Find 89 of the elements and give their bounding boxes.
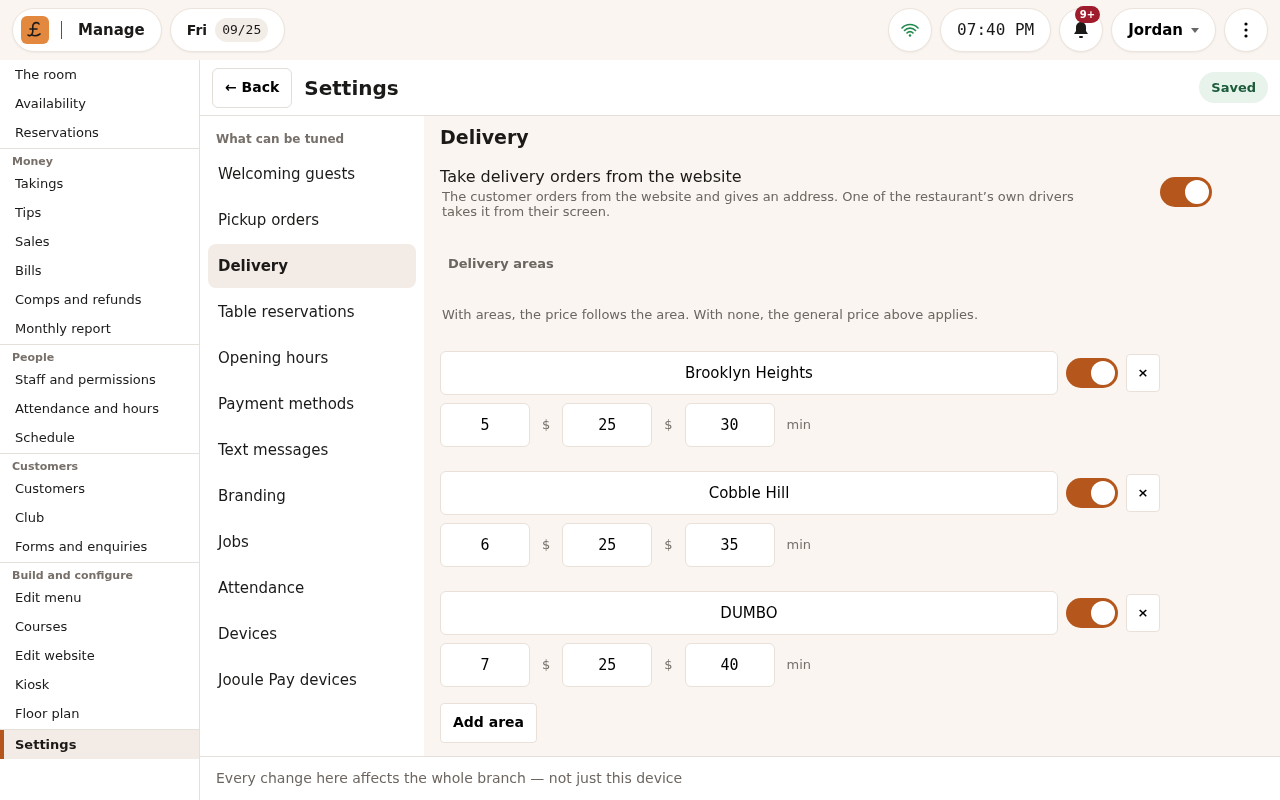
settings-nav-item[interactable]: Jobs <box>208 520 416 564</box>
settings-nav-item[interactable]: Jooule Pay devices <box>208 658 416 702</box>
area-name-field[interactable]: DUMBO <box>440 591 1058 635</box>
sidebar-item[interactable]: Kiosk <box>0 670 199 699</box>
settings-nav-item[interactable]: Opening hours <box>208 336 416 380</box>
sidebar-item[interactable]: Forms and enquiries <box>0 532 199 561</box>
settings-nav-item[interactable]: Branding <box>208 474 416 518</box>
logo-icon <box>21 16 49 44</box>
bell-icon <box>1073 21 1090 39</box>
back-button[interactable]: ← Back <box>212 67 293 108</box>
unit-label: $ <box>664 416 673 435</box>
settings-nav-item[interactable]: Payment methods <box>208 382 416 426</box>
area-value-field[interactable]: 5 <box>440 403 530 447</box>
date-label: 09/25 <box>215 18 269 42</box>
settings-nav-item[interactable]: Attendance <box>208 566 416 610</box>
area-value-field[interactable]: 25 <box>562 523 653 567</box>
settings-nav-item[interactable]: Delivery <box>208 244 416 288</box>
sidebar-heading: People <box>11 350 56 365</box>
setting-label: Take delivery orders from the website <box>440 165 743 188</box>
add-area-button[interactable]: Add area <box>440 703 538 743</box>
area-name-field[interactable]: Cobble Hill <box>440 471 1058 515</box>
area-value-field[interactable]: 40 <box>684 643 775 687</box>
unit-label: min <box>786 536 812 555</box>
areas-heading: Delivery areas <box>448 255 555 273</box>
unit-label: $ <box>542 656 551 675</box>
sidebar-item[interactable]: Bills <box>0 256 199 285</box>
sidebar-item[interactable]: The room <box>0 60 199 89</box>
sidebar-item[interactable]: Staff and permissions <box>0 365 199 394</box>
settings-nav-item[interactable]: Text messages <box>208 428 416 472</box>
caret-icon <box>1191 27 1199 33</box>
area-value-field[interactable]: 25 <box>562 403 653 447</box>
day-label: Fri <box>186 20 208 40</box>
section-title: Delivery <box>440 126 530 149</box>
sidebar-item[interactable]: Edit menu <box>0 583 199 612</box>
sidebar-item[interactable]: Reservations <box>0 118 199 147</box>
sidebar-heading: Build and configure <box>11 568 135 583</box>
sidebar-item[interactable]: Edit website <box>0 641 199 670</box>
toggle-switch[interactable] <box>1066 598 1118 628</box>
unit-label: $ <box>542 416 551 435</box>
notifications-button[interactable]: 9+ <box>1059 8 1104 52</box>
clock-label: 07:40 PM <box>940 8 1052 52</box>
sidebar-heading: Customers <box>11 459 80 474</box>
sidebar-item[interactable]: Floor plan <box>0 699 199 728</box>
sidebar-item[interactable]: Takings <box>0 169 199 198</box>
sidebar-item[interactable]: Monthly report <box>0 314 199 343</box>
area-value-field[interactable]: 25 <box>562 643 653 687</box>
remove-area-button[interactable]: × <box>1126 474 1160 512</box>
unit-label: min <box>786 416 812 435</box>
settings-nav-item[interactable]: Pickup orders <box>208 198 416 242</box>
app-switcher[interactable]: Manage <box>12 8 162 52</box>
area-name-field[interactable]: Brooklyn Heights <box>440 351 1058 395</box>
sidebar-item[interactable]: Availability <box>0 89 199 118</box>
area-value-field[interactable]: 7 <box>440 643 530 687</box>
toggle-switch[interactable] <box>1160 177 1212 208</box>
date-selector[interactable]: Fri 09/25 <box>169 8 286 52</box>
unit-label: $ <box>664 656 673 675</box>
sidebar-item[interactable]: Comps and refunds <box>0 285 199 314</box>
sidebar-item[interactable]: Attendance and hours <box>0 394 199 423</box>
wifi-icon[interactable] <box>888 8 933 52</box>
page-title: Settings <box>304 75 399 100</box>
sidebar-item[interactable]: Customers <box>0 474 199 503</box>
sidebar-item[interactable]: Settings <box>0 730 199 759</box>
areas-note: With areas, the price follows the area. With none, the general price above applies. <box>442 306 980 325</box>
remove-area-button[interactable]: × <box>1126 354 1160 392</box>
sidebar-heading: Money <box>11 154 54 169</box>
settings-nav-item[interactable]: Welcoming guests <box>208 152 416 196</box>
toggle-switch[interactable] <box>1066 358 1118 388</box>
footer-note: Every change here affects the whole branch — not just this device <box>200 756 1280 800</box>
app-label: Manage <box>61 21 153 39</box>
sidebar-item[interactable]: Schedule <box>0 423 199 452</box>
saved-status: Saved <box>1199 71 1268 104</box>
settings-nav-item[interactable]: Table reservations <box>208 290 416 334</box>
sidebar-item[interactable]: Club <box>0 503 199 532</box>
unit-label: min <box>786 656 812 675</box>
user-menu-button[interactable]: Jordan <box>1111 8 1216 52</box>
area-value-field[interactable]: 6 <box>440 523 530 567</box>
sidebar-item[interactable]: Courses <box>0 612 199 641</box>
notification-count: 9+ <box>1074 6 1101 23</box>
unit-label: $ <box>542 536 551 555</box>
settings-nav-heading: What can be tuned <box>215 131 346 148</box>
sidebar-item[interactable]: Sales <box>0 227 199 256</box>
area-value-field[interactable]: 30 <box>684 403 775 447</box>
toggle-switch[interactable] <box>1066 478 1118 508</box>
unit-label: $ <box>664 536 673 555</box>
setting-description: The customer orders from the website and gives an address. One of the restaurant’s own drivers takes it from their screen. <box>441 188 1075 220</box>
area-value-field[interactable]: 35 <box>684 523 775 567</box>
remove-area-button[interactable]: × <box>1126 594 1160 632</box>
sidebar-item[interactable]: Tips <box>0 198 199 227</box>
settings-nav-item[interactable]: Devices <box>208 612 416 656</box>
